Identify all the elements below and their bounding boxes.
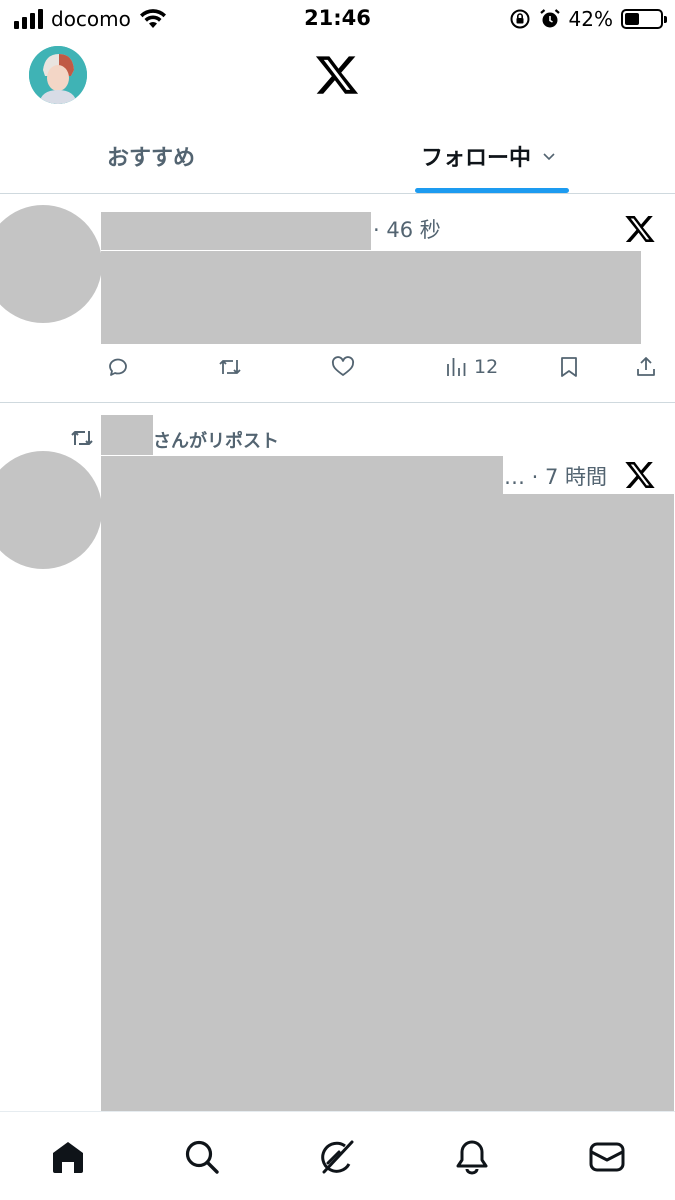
tab-recommended-label: おすすめ — [107, 146, 196, 171]
nav-grok[interactable] — [318, 1138, 356, 1176]
timeline-tabs: おすすめ フォロー中 — [0, 130, 675, 194]
post-timestamp[interactable]: · 46 秒 — [373, 214, 441, 244]
like-button[interactable] — [331, 355, 355, 379]
bell-icon — [456, 1140, 488, 1175]
timeline-post[interactable]: さんがリポスト … · 7 時間 — [0, 404, 675, 1131]
nav-home[interactable] — [49, 1138, 87, 1176]
redacted-avatar[interactable] — [0, 451, 102, 569]
repost-button[interactable] — [218, 355, 242, 379]
tab-following[interactable]: フォロー中 — [421, 140, 557, 172]
redacted-author-name[interactable] — [101, 212, 371, 250]
redacted-post-text — [101, 251, 641, 344]
repost-icon — [219, 360, 241, 374]
redacted-post-content — [101, 494, 674, 1131]
nav-search[interactable] — [183, 1138, 221, 1176]
post-timestamp[interactable]: … · 7 時間 — [504, 461, 607, 491]
post-actions: 12 — [0, 355, 675, 385]
search-icon — [185, 1140, 219, 1174]
active-tab-indicator — [415, 188, 569, 193]
views-count: 12 — [474, 356, 499, 378]
reply-icon — [109, 358, 127, 376]
home-icon — [53, 1142, 83, 1173]
share-button[interactable] — [634, 355, 658, 379]
nav-messages[interactable] — [588, 1138, 626, 1176]
status-right: 42% — [509, 7, 667, 31]
reply-button[interactable] — [106, 355, 130, 379]
alarm-icon — [539, 9, 560, 28]
bookmark-icon — [561, 357, 577, 377]
views-icon — [447, 358, 466, 376]
repost-label: さんがリポスト — [153, 431, 279, 452]
profile-avatar[interactable] — [29, 46, 87, 104]
tab-following-label: フォロー中 — [421, 146, 532, 171]
tab-recommended[interactable]: おすすめ — [107, 140, 195, 172]
x-logo-icon[interactable] — [314, 52, 360, 98]
battery-icon — [621, 9, 667, 29]
x-logo-icon — [625, 216, 655, 242]
timeline-post[interactable]: · 46 秒 12 — [0, 195, 675, 403]
status-bar: docomo 21:46 42% — [0, 0, 675, 36]
rotation-lock-icon — [510, 9, 530, 29]
nav-notifications[interactable] — [453, 1138, 491, 1176]
x-logo-icon — [625, 462, 655, 488]
redacted-reposter-name[interactable] — [101, 415, 153, 455]
views-button[interactable]: 12 — [444, 355, 498, 379]
repost-icon — [71, 431, 93, 445]
heart-icon — [331, 356, 355, 376]
bottom-navigation — [0, 1111, 675, 1200]
redacted-author-name[interactable] — [101, 456, 503, 494]
battery-percent: 42% — [568, 7, 613, 31]
chevron-down-icon — [543, 153, 555, 161]
redacted-avatar[interactable] — [0, 205, 102, 323]
share-icon — [637, 357, 655, 376]
grok-icon — [321, 1140, 354, 1174]
bookmark-button[interactable] — [557, 355, 581, 379]
mail-icon — [589, 1142, 625, 1172]
